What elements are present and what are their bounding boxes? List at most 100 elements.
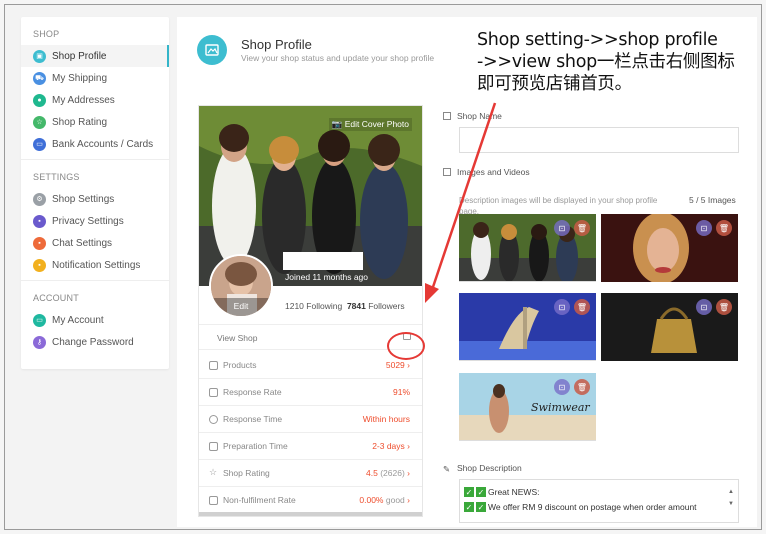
crop-icon[interactable]: ⊡ (554, 220, 570, 236)
bell-icon: ▪ (33, 258, 46, 272)
sidebar-item-my-shipping[interactable]: ⛟ My Shipping (21, 67, 169, 89)
sidebar-item-my-account[interactable]: ▭ My Account (21, 309, 169, 331)
edit-cover-label: Edit Cover Photo (344, 119, 409, 129)
stat-row-products[interactable]: Products 5029 › (199, 352, 422, 379)
avatar-edit-button[interactable]: Edit (211, 298, 271, 316)
trash-icon[interactable]: 🗑 (574, 220, 590, 236)
images-count: 5 / 5 Images (689, 195, 736, 205)
shop-icon (443, 112, 451, 120)
trash-icon[interactable]: 🗑 (716, 220, 732, 236)
shop-profile-icon: ▣ (33, 49, 46, 63)
bank-card-icon: ▭ (33, 137, 46, 151)
shop-name-label: Shop Name (443, 111, 502, 121)
star-icon: ☆ (33, 115, 46, 129)
avatar[interactable]: Edit (209, 254, 273, 318)
sidebar-item-label: Bank Accounts / Cards (52, 138, 154, 150)
crop-icon[interactable]: ⊡ (554, 299, 570, 315)
gallery-image-1[interactable]: ⊡ 🗑 (459, 214, 596, 282)
check-icon: ✓ (464, 487, 474, 497)
stat-value: Within hours (362, 414, 410, 424)
sidebar-item-label: My Shipping (52, 72, 108, 84)
shop-description-textarea[interactable]: ✓ ✓ Great NEWS: ✓ ✓ We offer RM 9 discount… (459, 479, 739, 523)
chat-bubble-icon: ▪ (33, 236, 46, 250)
gallery-image-2[interactable]: ⊡ 🗑 (601, 214, 738, 282)
card-scroll-edge (199, 512, 422, 516)
sidebar-item-notification-settings[interactable]: ▪ Notification Settings (21, 254, 169, 276)
trash-icon[interactable]: 🗑 (574, 379, 590, 395)
sidebar-item-shop-rating[interactable]: ☆ Shop Rating (21, 111, 169, 133)
textarea-scroll-arrows[interactable]: ▲ ▼ (728, 486, 734, 510)
shop-name-redacted (462, 132, 538, 148)
sidebar-section-shop: SHOP ▣ Shop Profile ⛟ My Shipping ● My A… (21, 17, 169, 160)
shop-name-input[interactable] (459, 127, 739, 153)
stat-row-non-fulfilment[interactable]: Non-fulfilment Rate 0.00% good › (199, 487, 422, 514)
sidebar-item-label: Chat Settings (52, 237, 113, 249)
stat-value: 91% (392, 387, 410, 397)
sidebar-item-label: Notification Settings (52, 259, 141, 271)
trash-icon[interactable]: 🗑 (574, 299, 590, 315)
check-icon: ✓ (476, 502, 486, 512)
sidebar: SHOP ▣ Shop Profile ⛟ My Shipping ● My A… (21, 17, 169, 369)
lock-icon: ▪ (33, 214, 46, 228)
key-icon: ⚷ (33, 335, 46, 349)
view-shop-label: View Shop (217, 333, 258, 343)
sidebar-item-label: My Account (52, 314, 104, 326)
shipping-truck-icon: ⛟ (33, 71, 46, 85)
sidebar-item-label: Shop Profile (52, 50, 107, 62)
stat-label: Shop Rating (223, 468, 270, 478)
crop-icon[interactable]: ⊡ (696, 220, 712, 236)
sidebar-item-my-addresses[interactable]: ● My Addresses (21, 89, 169, 111)
sidebar-item-change-password[interactable]: ⚷ Change Password (21, 331, 169, 353)
truck-icon (209, 442, 218, 451)
stat-value: 0.00% good › (359, 495, 410, 505)
crop-icon[interactable]: ⊡ (554, 379, 570, 395)
stat-label: Products (223, 360, 257, 370)
star-outline-icon: ☆ (209, 467, 218, 477)
gear-icon: ⚙ (33, 192, 46, 206)
sidebar-heading: SETTINGS (33, 172, 80, 182)
stat-value: 5029 › (385, 360, 410, 370)
follow-stats: 1210 Following 7841 Followers (285, 301, 405, 311)
sidebar-heading: ACCOUNT (33, 293, 79, 303)
images-videos-label: Images and Videos (443, 167, 530, 177)
gallery-image-4[interactable]: ⊡ 🗑 (601, 293, 738, 361)
sidebar-item-label: Shop Settings (52, 193, 115, 205)
sidebar-item-label: My Addresses (52, 94, 115, 106)
check-icon: ✓ (464, 502, 474, 512)
stat-row-shop-rating[interactable]: ☆ Shop Rating 4.5 (2626) › (199, 460, 422, 487)
joined-date: Joined 11 months ago (285, 272, 369, 282)
stat-label: Response Time (223, 414, 283, 424)
id-card-icon: ▭ (33, 313, 46, 327)
annotation-text: Shop setting->>shop profile ->>view shop… (477, 30, 735, 94)
stat-row-preparation-time[interactable]: Preparation Time 2-3 days › (199, 433, 422, 460)
sidebar-item-shop-profile[interactable]: ▣ Shop Profile (21, 45, 169, 67)
stat-label: Preparation Time (223, 441, 288, 451)
stat-row-response-time: Response Time Within hours (199, 406, 422, 433)
swimwear-text: Swimwear (531, 401, 590, 414)
page-title: Shop Profile (241, 37, 312, 52)
chat-icon (209, 388, 218, 397)
stat-label: Non-fulfilment Rate (223, 495, 296, 505)
crop-icon[interactable]: ⊡ (696, 299, 712, 315)
image-icon (443, 168, 451, 176)
sidebar-item-label: Privacy Settings (52, 215, 124, 227)
following-count: 1210 (285, 301, 304, 311)
gallery-image-3[interactable]: ⊡ 🗑 (459, 293, 596, 361)
page-subtitle: View your shop status and update your sh… (241, 53, 435, 63)
check-icon: ✓ (476, 487, 486, 497)
sidebar-item-chat-settings[interactable]: ▪ Chat Settings (21, 232, 169, 254)
shop-profile-header-icon (197, 35, 227, 65)
pencil-icon: ✎ (443, 464, 451, 474)
sidebar-section-settings: SETTINGS ⚙ Shop Settings ▪ Privacy Setti… (21, 160, 169, 281)
sidebar-item-bank-accounts[interactable]: ▭ Bank Accounts / Cards (21, 133, 169, 155)
sidebar-item-label: Shop Rating (52, 116, 108, 128)
trash-icon[interactable]: 🗑 (716, 299, 732, 315)
sidebar-item-privacy-settings[interactable]: ▪ Privacy Settings (21, 210, 169, 232)
gallery-image-5[interactable]: Swimwear ⊡ 🗑 (459, 373, 596, 441)
shop-name-redacted (283, 252, 363, 270)
following-label: Following (306, 301, 343, 311)
edit-cover-photo-button[interactable]: 📷 Edit Cover Photo (328, 118, 412, 131)
sidebar-section-account: ACCOUNT ▭ My Account ⚷ Change Password (21, 281, 169, 357)
calendar-icon (209, 496, 218, 505)
sidebar-item-shop-settings[interactable]: ⚙ Shop Settings (21, 188, 169, 210)
